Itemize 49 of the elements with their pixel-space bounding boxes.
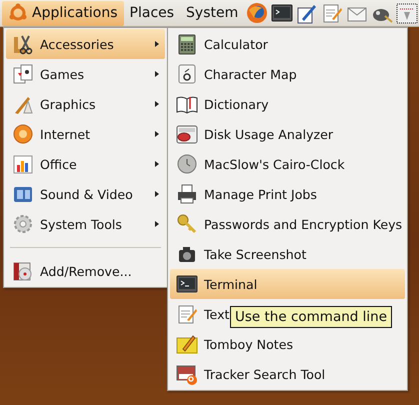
cards-icon: [12, 63, 34, 85]
submenu-arrow-icon: [155, 161, 159, 167]
clock-icon: [176, 153, 198, 175]
menu-item[interactable]: Tomboy Notes: [170, 329, 405, 359]
menu-item[interactable]: Office: [6, 149, 165, 179]
menu-item[interactable]: Calculator: [170, 29, 405, 59]
logo-icon: [8, 3, 28, 23]
menu-item[interactable]: Manage Print Jobs: [170, 179, 405, 209]
note-pencil-icon: [176, 333, 198, 355]
submenu-arrow-icon: [155, 131, 159, 137]
menu-item[interactable]: Add/Remove...: [6, 256, 165, 286]
menu-item[interactable]: Internet: [6, 119, 165, 149]
terminal-icon: [176, 273, 198, 295]
menu-item[interactable]: MacSlow's Cairo-Clock: [170, 149, 405, 179]
menu-item[interactable]: Disk Usage Analyzer: [170, 119, 405, 149]
menu-item[interactable]: System Tools: [6, 209, 165, 239]
tools-icon: [12, 33, 34, 55]
gear-icon: [12, 213, 34, 235]
notepad-icon: [176, 303, 198, 325]
character-icon: [176, 63, 198, 85]
submenu-arrow-icon: [155, 191, 159, 197]
edit-document-icon[interactable]: [296, 2, 318, 24]
menu-item[interactable]: Accessories: [6, 29, 165, 59]
submenu-arrow-icon: [155, 71, 159, 77]
panel-menu[interactable]: Places: [124, 0, 180, 26]
panel-menu[interactable]: Applications: [2, 0, 124, 26]
search-tool-icon: [176, 363, 198, 385]
submenu-arrow-icon: [155, 41, 159, 47]
menu-item[interactable]: Tracker Search Tool: [170, 359, 405, 389]
chart-icon: [12, 153, 34, 175]
menu-item[interactable]: Dictionary: [170, 89, 405, 119]
submenu-arrow-icon: [155, 221, 159, 227]
menu-item[interactable]: Character Map: [170, 59, 405, 89]
menu-item[interactable]: Sound & Video: [6, 179, 165, 209]
menu-item[interactable]: Games: [6, 59, 165, 89]
calculator-icon: [176, 33, 198, 55]
menu-item[interactable]: Graphics: [6, 89, 165, 119]
panel-menu[interactable]: System: [180, 0, 244, 26]
dotted-panel-icon[interactable]: [396, 2, 418, 24]
menu-item[interactable]: Terminal: [170, 269, 405, 299]
tooltip: Use the command line: [230, 306, 392, 328]
submenu-arrow-icon: [155, 101, 159, 107]
menu-item[interactable]: Take Screenshot: [170, 239, 405, 269]
notepad-icon[interactable]: [321, 2, 344, 24]
terminal-icon[interactable]: [271, 2, 294, 24]
menu-item[interactable]: Passwords and Encryption Keys: [170, 209, 405, 239]
keys-icon: [176, 213, 198, 235]
printer-icon: [176, 183, 198, 205]
disc-box-icon: [12, 260, 34, 282]
